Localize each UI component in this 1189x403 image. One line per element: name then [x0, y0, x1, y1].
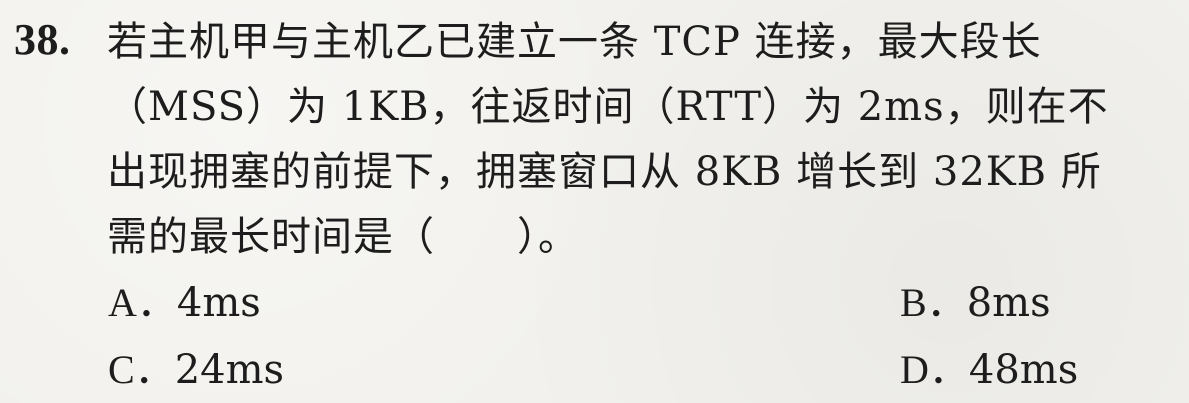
question-number: 38. [14, 15, 71, 64]
exam-page: 38. 若主机甲与主机乙已建立一条 TCP 连接，最大段长 （MSS）为 1KB… [0, 0, 1189, 403]
option-b: B．8ms [900, 273, 1051, 333]
option-letter: C． [108, 347, 175, 392]
question-line: 出现拥塞的前提下，拥塞窗口从 8KB 增长到 32KB 所 [107, 149, 1102, 195]
question-line: （MSS）为 1KB，往返时间（RTT）为 2ms，则在不 [107, 84, 1109, 130]
option-text: 8ms [966, 280, 1051, 326]
option-letter: D． [900, 347, 969, 392]
question-line: 需的最长时间是（ ）。 [107, 214, 579, 260]
option-a: A．4ms [108, 273, 261, 333]
option-d: D．48ms [900, 340, 1078, 400]
question-line: 若主机甲与主机乙已建立一条 TCP 连接，最大段长 [107, 19, 1042, 65]
option-text: 4ms [176, 280, 261, 326]
option-text: 24ms [174, 347, 285, 393]
option-text: 48ms [968, 347, 1079, 393]
option-letter: B． [900, 280, 967, 325]
option-c: C．24ms [108, 340, 284, 400]
option-letter: A． [108, 280, 177, 325]
question-stem: 若主机甲与主机乙已建立一条 TCP 连接，最大段长 （MSS）为 1KB，往返时… [107, 10, 1177, 270]
